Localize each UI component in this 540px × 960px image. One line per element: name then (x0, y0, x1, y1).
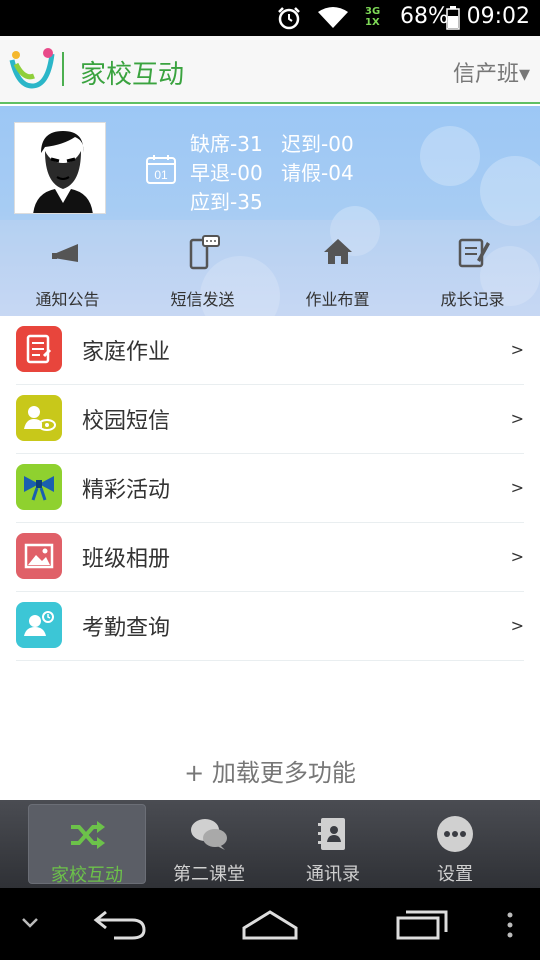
shuffle-icon (71, 821, 105, 849)
system-nav-bar (0, 888, 540, 960)
battery-icon (446, 6, 460, 30)
list-item-attendance-query[interactable]: 考勤查询 > (0, 592, 540, 661)
bow-icon (16, 464, 62, 510)
app-logo-icon (9, 48, 55, 89)
attendance-banner: 01 缺席-31 迟到-00 早退-00 请假-04 应到-35 通知公告 短信… (0, 106, 540, 316)
header-divider (62, 52, 64, 86)
network-type: 3G 1X (365, 6, 381, 28)
chevron-right-icon: > (510, 409, 524, 428)
tab-second-classroom[interactable]: 第二课堂 (150, 804, 268, 885)
clock: 09:02 (466, 4, 530, 29)
tab-label: 家校互动 (51, 865, 123, 886)
quick-action-growth[interactable]: 成长记录 (405, 220, 540, 316)
chevron-down-icon[interactable] (20, 916, 40, 930)
recent-apps-icon[interactable] (390, 906, 450, 942)
tab-settings[interactable]: 设置 (396, 804, 514, 885)
class-selector[interactable]: 信产班▾ (453, 56, 530, 88)
home-icon (323, 239, 352, 264)
quick-action-label: 短信发送 (170, 290, 235, 309)
tab-label: 设置 (437, 864, 473, 885)
chevron-right-icon: > (510, 616, 524, 635)
quick-action-label: 通知公告 (35, 290, 100, 309)
more-dots-icon (437, 816, 473, 852)
svg-text:01: 01 (154, 168, 168, 182)
leave-count: 请假-04 (281, 161, 354, 185)
attendance-icon (16, 602, 62, 648)
back-icon[interactable] (90, 906, 150, 942)
home-button-icon[interactable] (240, 906, 300, 942)
tab-contacts[interactable]: 通讯录 (274, 804, 392, 885)
wifi-icon (318, 7, 348, 28)
list-item-label: 校园短信 (82, 409, 171, 434)
list-item-class-album[interactable]: 班级相册 > (0, 523, 540, 592)
notebook-pen-icon (458, 238, 490, 268)
quick-action-homework[interactable]: 作业布置 (270, 220, 405, 316)
quick-action-notice[interactable]: 通知公告 (0, 220, 135, 316)
photo-icon (16, 533, 62, 579)
phone-message-icon (189, 235, 220, 270)
tab-label: 第二课堂 (173, 864, 245, 885)
status-bar: 3G 1X 68% 09:02 (0, 0, 540, 36)
expected-count: 应到-35 (190, 190, 263, 214)
load-more-button[interactable]: + 加载更多功能 (0, 748, 540, 798)
left-early-count: 早退-00 (190, 161, 263, 185)
avatar[interactable] (14, 122, 106, 214)
list-item-label: 精彩活动 (82, 478, 171, 503)
bottom-tab-bar: 家校互动 第二课堂 通讯录 设置 (0, 800, 540, 888)
quick-action-label: 作业布置 (305, 290, 370, 309)
page-title: 家校互动 (80, 60, 185, 90)
list-item-campus-sms[interactable]: 校园短信 > (0, 385, 540, 454)
calendar-icon: 01 (146, 155, 176, 184)
chevron-right-icon: > (510, 547, 524, 566)
list-item-label: 家庭作业 (82, 340, 171, 365)
tab-home-school[interactable]: 家校互动 (28, 804, 146, 886)
megaphone-icon (51, 244, 78, 262)
list-item-label: 班级相册 (82, 547, 171, 572)
contact-eye-icon (16, 395, 62, 441)
chevron-right-icon: > (510, 478, 524, 497)
chat-bubbles-icon (191, 819, 227, 850)
late-count: 迟到-00 (281, 132, 354, 156)
list-item-label: 考勤查询 (82, 616, 171, 641)
address-book-icon (318, 818, 345, 850)
quick-action-label: 成长记录 (440, 290, 505, 309)
homework-icon (16, 326, 62, 372)
tab-label: 通讯录 (306, 864, 360, 885)
quick-action-sms[interactable]: 短信发送 (135, 220, 270, 316)
quick-actions: 通知公告 短信发送 作业布置 成长记录 (0, 220, 540, 316)
battery-percent: 68% (400, 4, 449, 29)
list-item-homework[interactable]: 家庭作业 > (0, 316, 540, 385)
app-header: 家校互动 信产班▾ (0, 36, 540, 104)
chevron-right-icon: > (510, 340, 524, 359)
alarm-icon (278, 7, 300, 30)
absent-count: 缺席-31 (190, 132, 263, 156)
list-item-activities[interactable]: 精彩活动 > (0, 454, 540, 523)
overflow-menu-icon[interactable] (504, 910, 516, 940)
